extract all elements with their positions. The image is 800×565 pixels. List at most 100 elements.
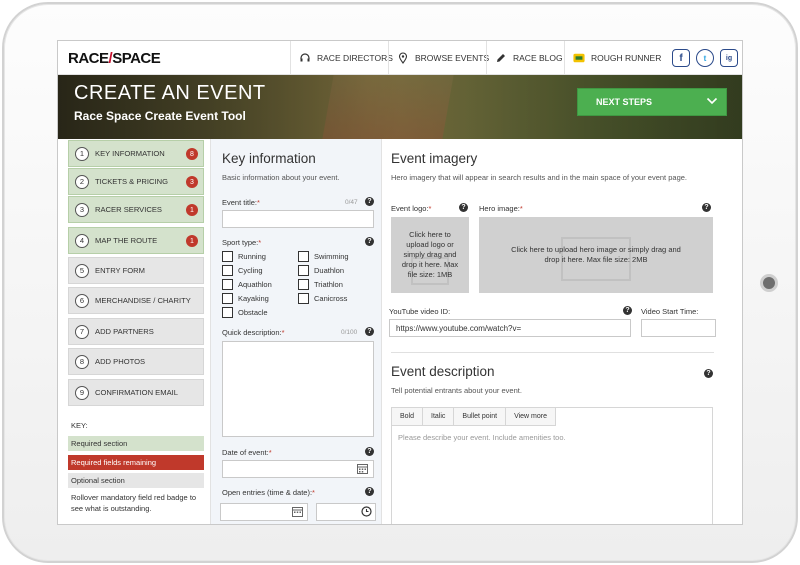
sport-checkbox-triathlon[interactable]: Triathlon (298, 279, 343, 290)
step-label: KEY INFORMATION (95, 149, 165, 158)
step-map-the-route[interactable]: 4 MAP THE ROUTE 1 (68, 227, 204, 254)
checkbox-label: Obstacle (238, 308, 268, 317)
checkbox-label: Duathlon (314, 266, 345, 275)
nav-race-blog[interactable]: RACE BLOG (486, 41, 571, 75)
help-icon[interactable]: ? (365, 327, 374, 336)
sport-checkbox-canicross[interactable]: Canicross (298, 293, 347, 304)
checkbox-label: Kayaking (238, 294, 269, 303)
checkbox-box[interactable] (298, 265, 309, 276)
date-of-event-label-text: Date of event: (222, 448, 269, 457)
event-title-input[interactable] (222, 210, 374, 228)
key-required-fields: Required fields remaining (68, 455, 204, 470)
checkbox-box[interactable] (298, 293, 309, 304)
key-information-subtitle: Basic information about your event. (222, 173, 340, 182)
quick-description-textarea[interactable] (222, 341, 374, 437)
checkbox-box[interactable] (222, 251, 233, 262)
checkbox-label: Canicross (314, 294, 348, 303)
help-icon[interactable]: ? (704, 369, 713, 378)
next-steps-button[interactable]: NEXT STEPS (577, 88, 727, 116)
step-label: CONFIRMATION EMAIL (95, 388, 178, 397)
help-icon[interactable]: ? (623, 306, 632, 315)
remaining-badge[interactable]: 1 (186, 204, 198, 216)
required-asterisk: * (428, 204, 432, 213)
clock-icon[interactable] (361, 506, 372, 517)
hero-image-label-text: Hero image: (479, 204, 520, 213)
required-asterisk: * (281, 328, 285, 337)
nav-browse-events[interactable]: BROWSE EVENTS (388, 41, 497, 75)
step-entry-form[interactable]: 5 ENTRY FORM (68, 257, 204, 284)
checkbox-box[interactable] (222, 307, 233, 318)
view-more-button[interactable]: View more (506, 408, 557, 425)
step-label: MERCHANDISE / CHARITY (95, 296, 191, 305)
help-icon[interactable]: ? (365, 197, 374, 206)
step-tickets-pricing[interactable]: 2 TICKETS & PRICING 3 (68, 168, 204, 195)
race-space-logo[interactable]: RACE/SPACE (68, 50, 161, 67)
event-description-editor[interactable]: Bold Italic Bullet point View more Pleas… (391, 407, 713, 524)
italic-button[interactable]: Italic (423, 408, 455, 425)
facebook-icon[interactable]: f (672, 49, 690, 67)
twitter-icon[interactable]: t (696, 49, 714, 67)
help-icon[interactable]: ? (459, 203, 468, 212)
logo-dropzone[interactable]: Click here to upload logo or simply drag… (391, 217, 469, 293)
sport-checkbox-aquathlon[interactable]: Aquathlon (222, 279, 272, 290)
remaining-badge[interactable]: 3 (186, 176, 198, 188)
sport-checkbox-kayaking[interactable]: Kayaking (222, 293, 269, 304)
help-icon[interactable]: ? (365, 237, 374, 246)
required-asterisk: * (258, 238, 262, 247)
youtube-video-id-input[interactable]: https://www.youtube.com/watch?v= (389, 319, 631, 337)
help-icon[interactable]: ? (702, 203, 711, 212)
step-confirmation-email[interactable]: 9 CONFIRMATION EMAIL (68, 379, 204, 406)
calendar-icon[interactable] (292, 506, 303, 517)
date-of-event-input[interactable] (222, 460, 374, 478)
calendar-icon[interactable] (357, 463, 368, 474)
hero-image-dropzone[interactable]: Click here to upload hero image or simpl… (479, 217, 713, 293)
help-icon[interactable]: ? (365, 447, 374, 456)
checkbox-label: Aquathlon (238, 280, 272, 289)
step-add-photos[interactable]: 8 ADD PHOTOS (68, 348, 204, 375)
open-entries-label: Open entries (time & date):* (222, 488, 315, 497)
step-number: 3 (75, 202, 89, 217)
sport-checkbox-obstacle[interactable]: Obstacle (222, 307, 268, 318)
checkbox-box[interactable] (222, 265, 233, 276)
location-pin-icon (398, 52, 408, 64)
bullet-point-button[interactable]: Bullet point (454, 408, 507, 425)
bold-button[interactable]: Bold (392, 408, 424, 425)
key-required-section: Required section (68, 436, 204, 451)
remaining-badge[interactable]: 1 (186, 235, 198, 247)
checkbox-box[interactable] (222, 293, 233, 304)
required-asterisk: * (257, 198, 260, 207)
step-number: 5 (75, 263, 89, 278)
event-title-counter: 0/47 (345, 199, 358, 206)
checkbox-box[interactable] (222, 279, 233, 290)
help-icon[interactable]: ? (365, 487, 374, 496)
step-merchandise-charity[interactable]: 6 MERCHANDISE / CHARITY (68, 287, 204, 314)
sport-checkbox-cycling[interactable]: Cycling (222, 265, 263, 276)
imagery-description-panel: Event imagery Hero imagery that will app… (382, 139, 742, 524)
sport-checkbox-duathlon[interactable]: Duathlon (298, 265, 344, 276)
nav-race-directors[interactable]: RACE DIRECTORS (290, 41, 401, 75)
sport-checkbox-swimming[interactable]: Swimming (298, 251, 349, 262)
step-racer-services[interactable]: 3 RACER SERVICES 1 (68, 196, 204, 223)
step-number: 7 (75, 324, 89, 339)
event-logo-label: Event logo:* (391, 204, 431, 213)
instagram-icon[interactable]: ig (720, 49, 738, 67)
checkbox-box[interactable] (298, 279, 309, 290)
video-start-time-input[interactable] (641, 319, 716, 337)
step-key-information[interactable]: 1 KEY INFORMATION 8 (68, 140, 204, 167)
quick-description-counter: 0/100 (341, 329, 358, 336)
editor-toolbar: Bold Italic Bullet point View more (392, 408, 557, 426)
rollover-hint: Rollover mandatory field red badge to se… (71, 493, 197, 513)
step-add-partners[interactable]: 7 ADD PARTNERS (68, 318, 204, 345)
nav-rough-runner[interactable]: ROUGH RUNNER (564, 41, 669, 75)
logo-text-space: SPACE (112, 50, 161, 67)
sport-checkbox-running[interactable]: Running (222, 251, 266, 262)
remaining-badge[interactable]: 8 (186, 148, 198, 160)
open-entries-label-text: Open entries (time & date): (222, 488, 313, 497)
hero-image-dropzone-text: Click here to upload hero image or simpl… (511, 245, 681, 264)
checkbox-label: Swimming (314, 252, 349, 261)
nav-race-blog-label: RACE BLOG (513, 53, 563, 63)
home-button[interactable] (760, 274, 778, 292)
nav-rough-runner-label: ROUGH RUNNER (591, 53, 662, 63)
app-screen: RACE/SPACE RACE DIRECTORS BROWSE EVENTS … (57, 40, 743, 525)
checkbox-box[interactable] (298, 251, 309, 262)
